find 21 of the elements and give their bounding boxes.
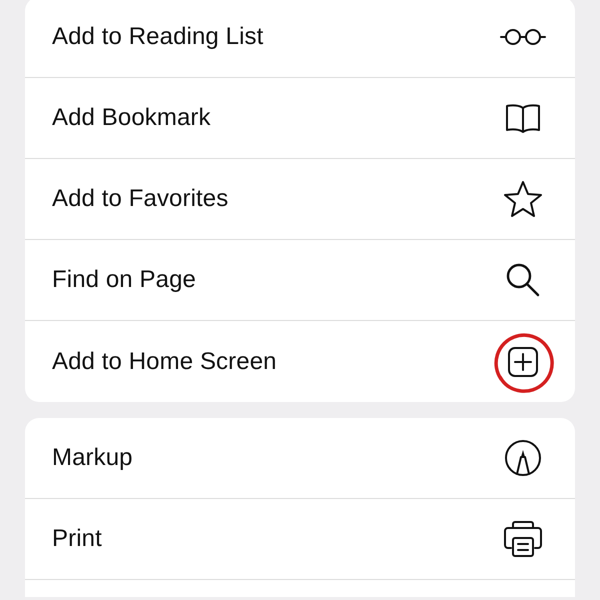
menu-item-label: Print bbox=[52, 525, 102, 553]
menu-item-label: Add to Favorites bbox=[52, 185, 228, 213]
menu-item[interactable]: Add to Reading List bbox=[25, 0, 575, 78]
star-icon bbox=[503, 180, 543, 218]
menu-item-label: Add to Reading List bbox=[52, 23, 264, 51]
menu-item-label: Find on Page bbox=[52, 266, 196, 294]
search-icon bbox=[505, 262, 541, 298]
printer-icon bbox=[503, 520, 543, 558]
menu-item[interactable]: Add to Favorites bbox=[25, 159, 575, 240]
menu-item[interactable]: Markup bbox=[25, 418, 575, 499]
menu-item-label: Add to Home Screen bbox=[52, 348, 277, 376]
menu-item-label: Add Bookmark bbox=[52, 104, 211, 132]
pen-tip-circle-icon bbox=[504, 439, 542, 477]
menu-item[interactable]: Add Bookmark bbox=[25, 78, 575, 159]
menu-item[interactable]: Add to Home Screen bbox=[25, 321, 575, 402]
menu-item[interactable]: Find on Page bbox=[25, 240, 575, 321]
menu-item-label: Markup bbox=[52, 444, 133, 472]
menu-item[interactable]: Print bbox=[25, 499, 575, 580]
book-icon bbox=[505, 103, 541, 133]
plus-square-icon bbox=[507, 346, 539, 378]
glasses-icon bbox=[499, 27, 547, 47]
